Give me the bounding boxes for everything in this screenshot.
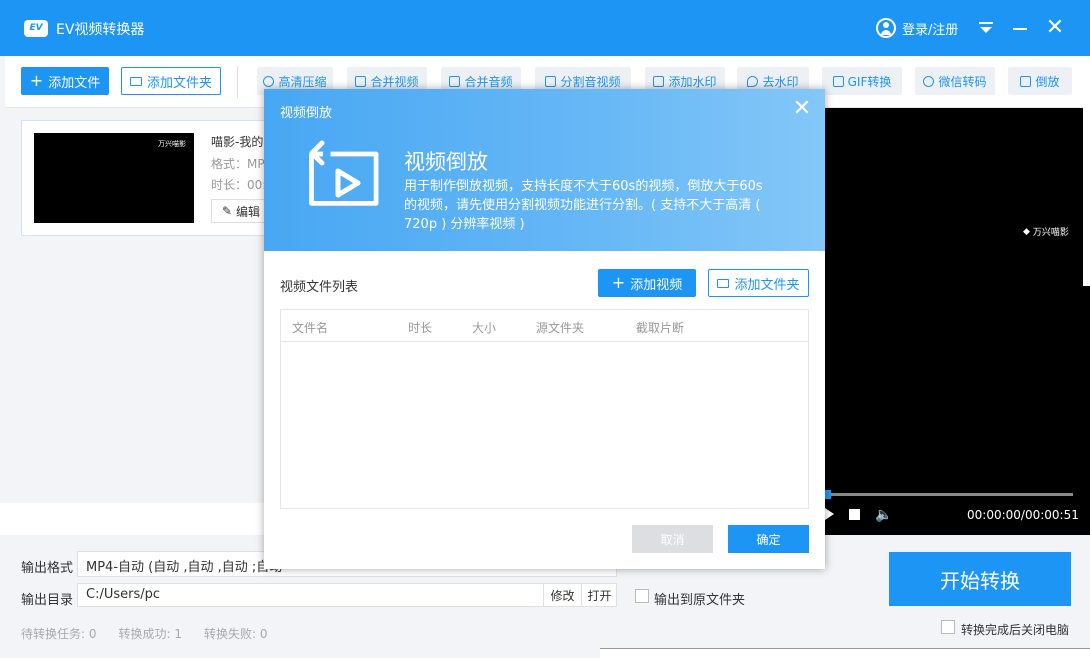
seek-bar[interactable]	[827, 493, 1073, 496]
edit-label: 编辑	[236, 204, 261, 219]
drop-icon	[747, 75, 759, 87]
video-list-label: 视频文件列表	[280, 280, 359, 295]
column-filename: 文件名	[292, 321, 329, 335]
add-file-button[interactable]: + 添加文件	[21, 67, 109, 95]
tool-label: 去水印	[762, 74, 799, 89]
open-dir-button[interactable]: 打开	[581, 583, 617, 607]
status-line: 待转换任务: 0 转换成功: 1 转换失败: 0	[21, 625, 268, 642]
plus-icon: +	[29, 71, 44, 90]
volume-icon[interactable]: 🔈	[875, 507, 892, 523]
copy-icon	[355, 75, 367, 87]
login-label: 登录/注册	[902, 22, 959, 38]
close-icon[interactable]: ✕	[1043, 16, 1067, 40]
pending-count: 待转换任务: 0	[21, 627, 97, 641]
output-to-source-label: 输出到原文件夹	[654, 593, 746, 608]
refresh-icon	[263, 75, 275, 87]
column-duration: 时长	[408, 321, 433, 335]
column-source-folder: 源文件夹	[536, 321, 585, 335]
ok-button[interactable]: 确定	[728, 525, 809, 553]
dialog-heading: 视频倒放	[404, 150, 488, 174]
app-window: EV EV视频转换器 登录/注册 ✕ + 添加文件 添加文件夹 高清压缩 合并视…	[0, 0, 1090, 658]
reverse-icon	[1020, 75, 1032, 87]
add-folder-button[interactable]: 添加文件夹	[121, 67, 221, 95]
split-icon	[545, 75, 557, 87]
video-file-table: 文件名 时长 大小 源文件夹 截取片断	[280, 309, 809, 509]
title-bar: EV EV视频转换器 登录/注册 ✕	[0, 0, 1090, 56]
output-format-label: 输出格式	[21, 561, 74, 576]
tool-label: GIF转换	[847, 74, 892, 89]
user-icon	[876, 18, 896, 38]
tool-label: 高清压缩	[278, 74, 327, 89]
background-window-edge	[1083, 96, 1090, 286]
output-to-source-checkbox[interactable]	[635, 589, 649, 603]
video-thumbnail: 万兴喵影	[34, 133, 194, 223]
dialog-description: 用于制作倒放视频，支持长度不大于60s的视频，倒放大于60s的视频，请先使用分割…	[404, 179, 763, 232]
modify-dir-button[interactable]: 修改	[543, 583, 581, 607]
dialog-close-icon[interactable]: ✕	[792, 98, 812, 120]
table-header: 文件名 时长 大小 源文件夹 截取片断	[281, 310, 808, 342]
add-video-label: 添加视频	[630, 277, 683, 293]
copy-icon	[449, 75, 461, 87]
file-format: 格式：MP	[211, 157, 265, 171]
folder-icon	[717, 278, 730, 288]
reverse-play-icon	[309, 140, 379, 206]
add-file-label: 添加文件	[48, 75, 101, 91]
video-preview: ◆ 万兴喵影 🔈 00:00:00/00:00:51	[825, 108, 1090, 535]
time-display: 00:00:00/00:00:51	[967, 508, 1079, 522]
file-item[interactable]: 万兴喵影 喵影-我的 格式：MP 时长：00:0 ✎ 编辑	[21, 120, 281, 236]
dialog-header: 视频倒放 ✕ 视频倒放 用于制作倒放视频，支持长度不大于60s的视频，倒放大于6…	[264, 89, 825, 251]
background-window-strip	[600, 648, 1090, 658]
reverse-video-dialog: 视频倒放 ✕ 视频倒放 用于制作倒放视频，支持长度不大于60s的视频，倒放大于6…	[264, 89, 825, 569]
thumbnail-watermark: 万兴喵影	[158, 140, 186, 148]
dialog-add-folder-label: 添加文件夹	[734, 277, 800, 293]
tool-gif-convert[interactable]: GIF转换	[822, 67, 902, 95]
column-clip: 截取片断	[636, 321, 685, 335]
file-name: 喵影-我的	[211, 135, 264, 149]
minimize-icon[interactable]	[1008, 16, 1032, 40]
output-dir-label: 输出目录	[21, 593, 74, 608]
stamp-icon	[653, 75, 665, 87]
tool-label: 倒放	[1035, 74, 1060, 89]
play-icon[interactable]	[825, 508, 834, 520]
column-size: 大小	[472, 321, 497, 335]
tool-reverse[interactable]: 倒放	[1008, 67, 1072, 95]
gif-icon	[832, 75, 844, 87]
dialog-title: 视频倒放	[280, 106, 333, 121]
edit-icon: ✎	[221, 204, 233, 218]
add-folder-label: 添加文件夹	[146, 75, 212, 91]
shutdown-label: 转换完成后关闭电脑	[961, 623, 1070, 637]
tool-label: 微信转码	[938, 74, 987, 89]
watermark-text: 万兴喵影	[1032, 228, 1069, 238]
folder-icon	[129, 76, 142, 86]
tool-label: 添加水印	[668, 74, 717, 89]
menu-dropdown-icon[interactable]	[974, 16, 998, 40]
tool-wechat-transcode[interactable]: 微信转码	[915, 67, 995, 95]
tool-label: 合并视频	[370, 74, 419, 89]
watermark-logo-icon: ◆	[1023, 226, 1030, 237]
output-dir-field[interactable]: C:/Users/pc	[77, 583, 617, 607]
app-title: EV视频转换器	[56, 22, 145, 38]
tool-label: 合并音频	[464, 74, 513, 89]
failed-count: 转换失败: 0	[204, 627, 268, 641]
seek-handle[interactable]	[825, 490, 831, 499]
preview-watermark: ◆ 万兴喵影	[1023, 225, 1069, 239]
start-convert-button[interactable]: 开始转换	[889, 552, 1071, 606]
cancel-button[interactable]: 取消	[632, 525, 713, 553]
shutdown-checkbox[interactable]	[941, 620, 955, 634]
plus-icon: +	[611, 273, 626, 292]
stop-icon[interactable]	[849, 509, 860, 520]
app-logo: EV	[24, 20, 48, 37]
wechat-icon	[923, 75, 935, 87]
toolbar-divider	[237, 66, 238, 98]
success-count: 转换成功: 1	[118, 627, 183, 641]
tool-label: 分割音视频	[560, 74, 621, 89]
add-video-button[interactable]: + 添加视频	[598, 269, 696, 297]
login-button[interactable]: 登录/注册	[876, 17, 958, 39]
dialog-add-folder-button[interactable]: 添加文件夹	[708, 269, 809, 297]
edit-button[interactable]: ✎ 编辑	[211, 199, 271, 223]
